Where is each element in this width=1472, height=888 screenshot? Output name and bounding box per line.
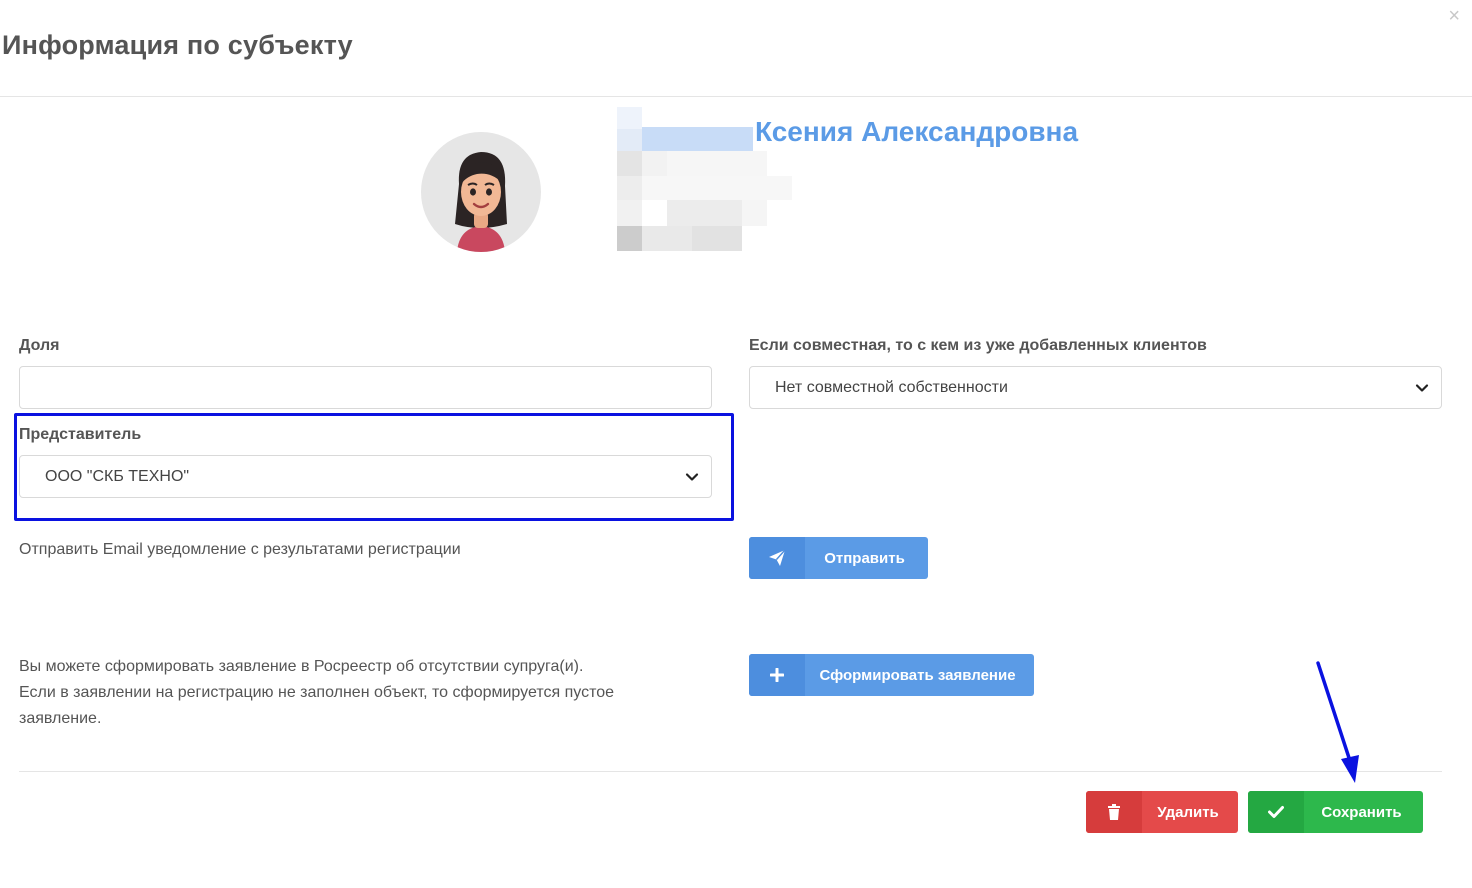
email-notice-text: Отправить Email уведомление с результата… — [19, 541, 461, 558]
joint-owner-selected-value: Нет совместной собственности — [775, 378, 1008, 396]
statement-text: Вы можете сформировать заявление в Росре… — [19, 654, 614, 732]
save-button[interactable]: Сохранить — [1248, 791, 1423, 833]
trash-icon — [1086, 791, 1142, 833]
representative-selected-value: ООО "СКБ ТЕХНО" — [45, 467, 190, 485]
joint-owner-label: Если совместная, то с кем из уже добавле… — [749, 337, 1207, 354]
footer-divider — [19, 771, 1442, 772]
joint-owner-select[interactable]: Нет совместной собственности — [749, 366, 1442, 409]
annotation-arrow-icon — [1316, 661, 1359, 783]
subject-name: Ксения Александровна — [755, 116, 1079, 147]
representative-label: Представитель — [19, 426, 142, 443]
representative-select[interactable]: ООО "СКБ ТЕХНО" — [19, 455, 712, 498]
statement-line-2: Если в заявлении на регистрацию не запол… — [19, 684, 615, 701]
modal-title: Информация по субъекту — [2, 30, 353, 60]
send-email-button-label: Отправить — [824, 549, 905, 567]
close-icon[interactable]: × — [1448, 6, 1460, 26]
share-label: Доля — [19, 337, 60, 354]
form-statement-button-label: Сформировать заявление — [819, 666, 1016, 684]
send-email-button[interactable]: Отправить — [749, 537, 928, 579]
statement-line-3: заявление. — [19, 710, 102, 727]
share-input[interactable] — [19, 366, 712, 409]
modal-header: Информация по субъекту × — [0, 0, 1472, 97]
chevron-down-icon — [1415, 383, 1429, 392]
delete-button[interactable]: Удалить — [1086, 791, 1238, 833]
statement-line-1: Вы можете сформировать заявление в Росре… — [19, 658, 584, 675]
plus-icon — [749, 654, 805, 696]
delete-button-label: Удалить — [1157, 803, 1219, 821]
save-button-label: Сохранить — [1321, 803, 1402, 821]
avatar — [421, 132, 541, 252]
form-statement-button[interactable]: Сформировать заявление — [749, 654, 1034, 696]
check-icon — [1248, 791, 1304, 833]
chevron-down-icon — [685, 472, 699, 481]
paper-plane-icon — [749, 537, 805, 579]
woman-avatar-icon — [455, 152, 507, 252]
